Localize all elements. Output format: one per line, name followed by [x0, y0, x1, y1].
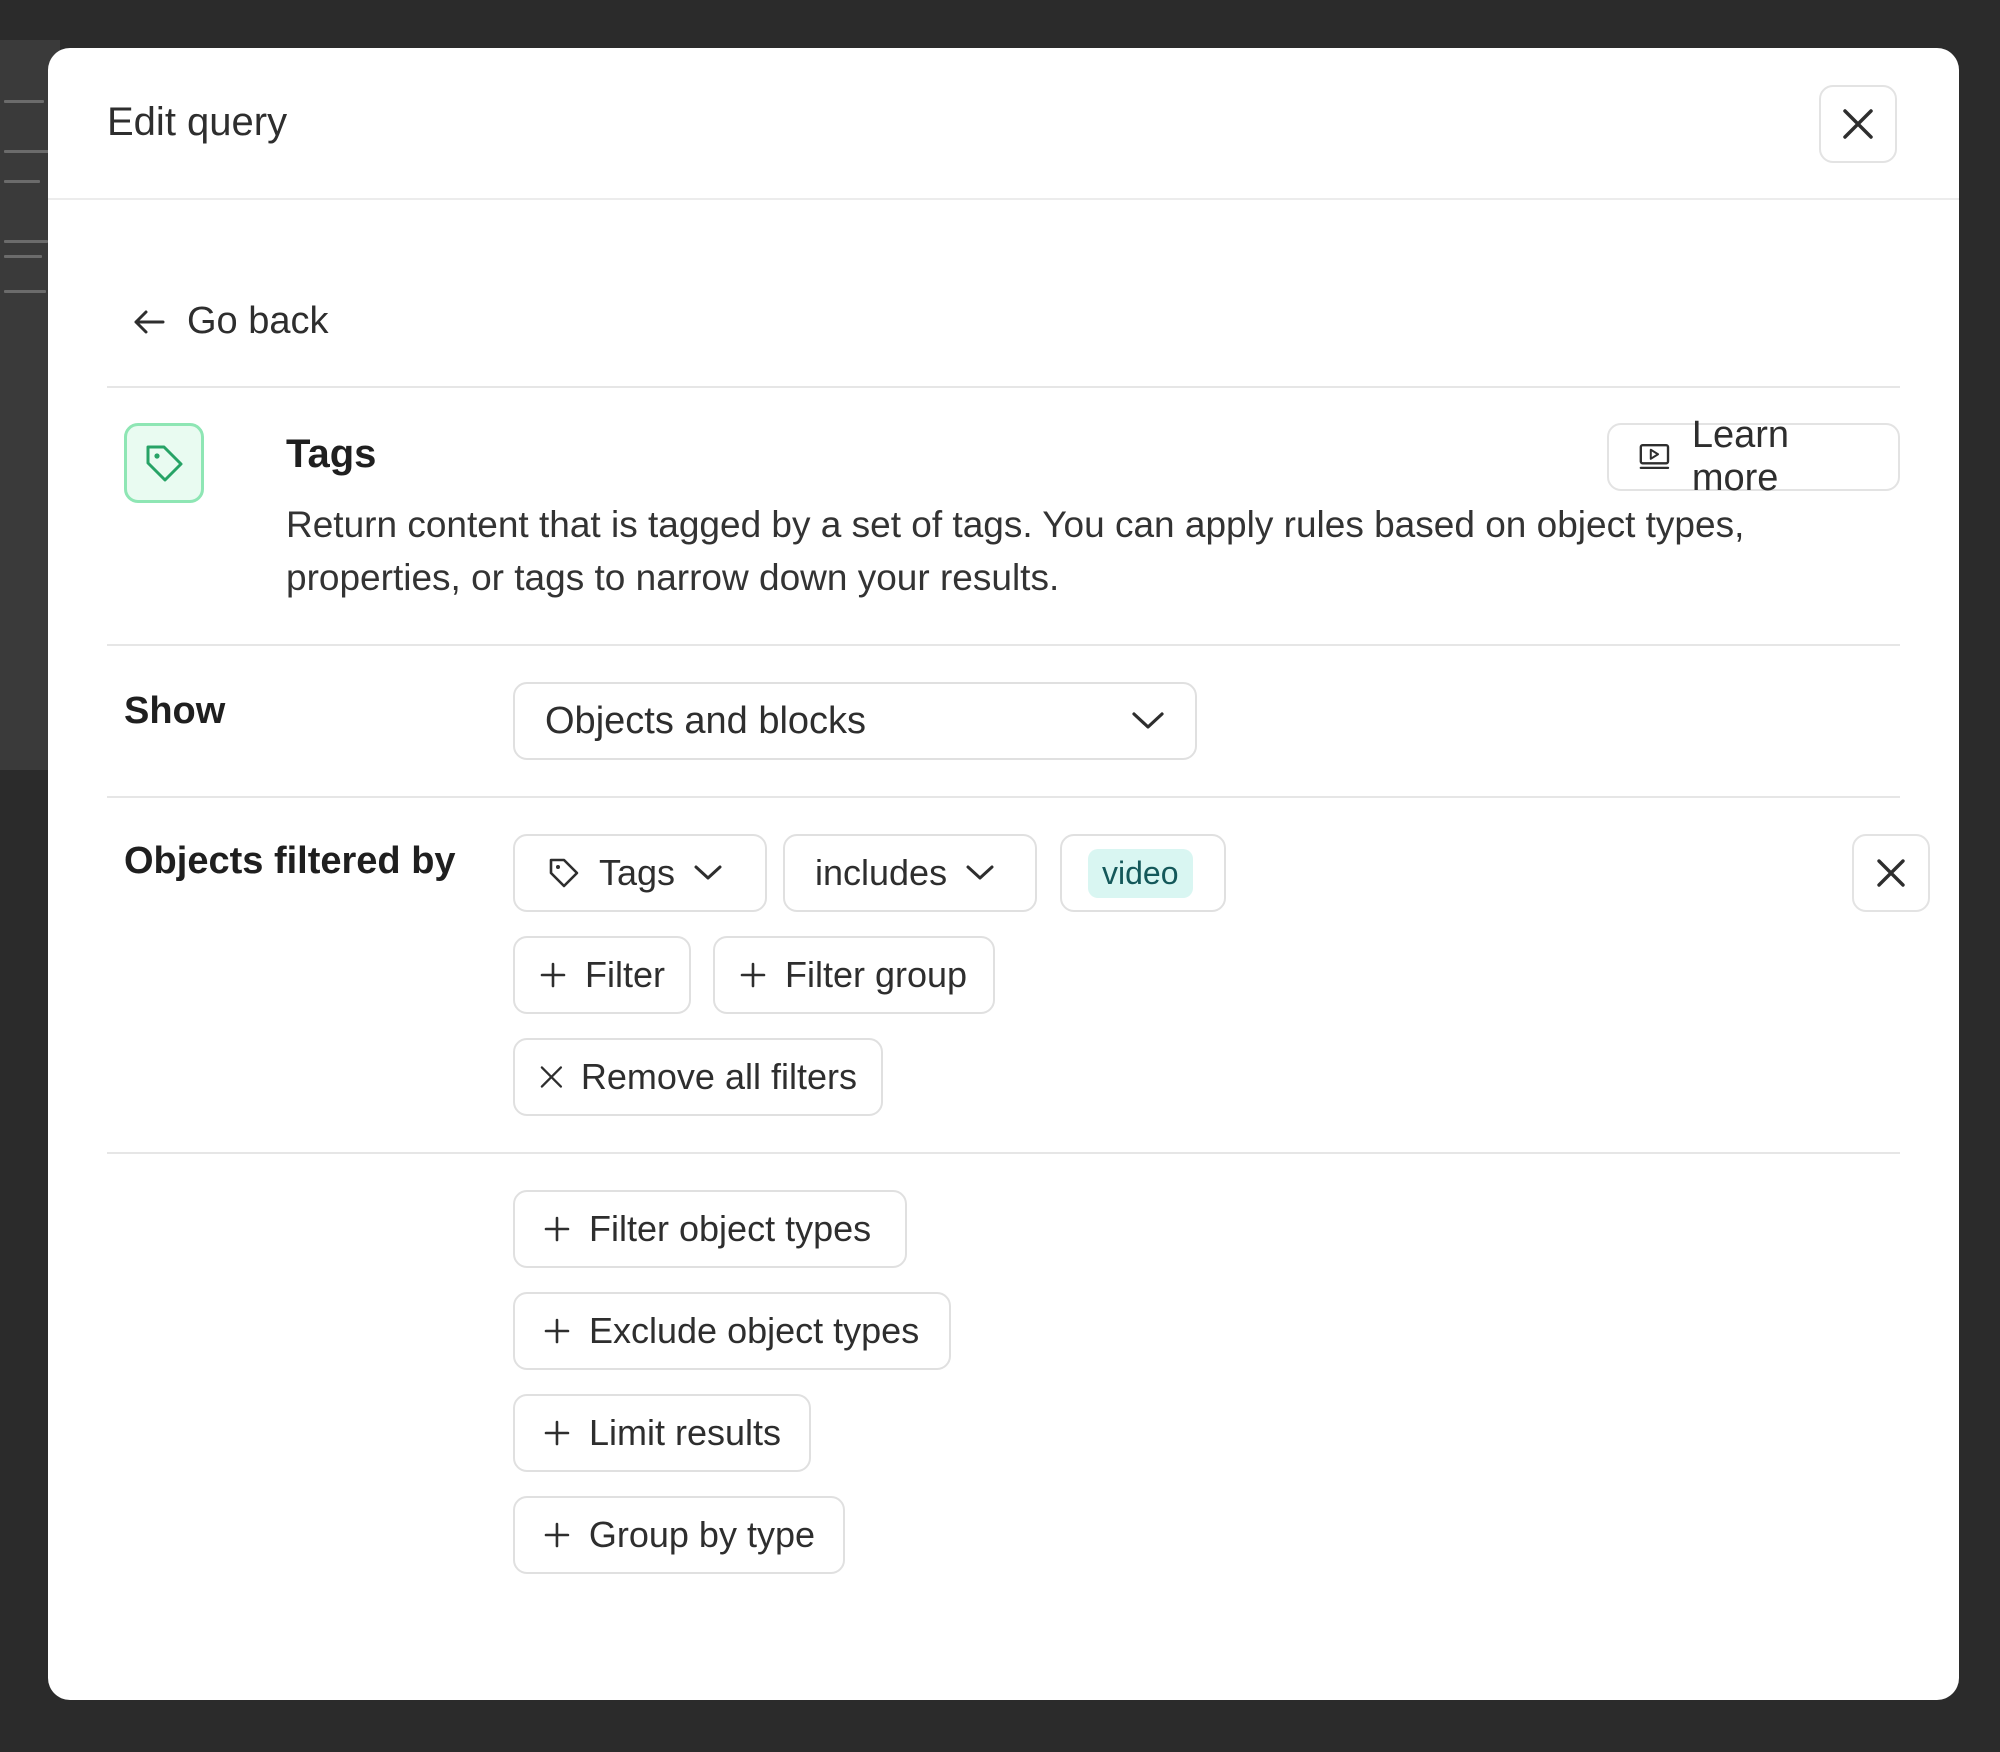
- query-type-title: Tags: [286, 432, 377, 476]
- chevron-down-icon: [966, 865, 994, 880]
- background-text-line: [4, 150, 50, 153]
- learn-more-label: Learn more: [1691, 414, 1790, 499]
- close-icon: [540, 1066, 563, 1088]
- plus-icon: [740, 962, 766, 988]
- close-icon: [1877, 859, 1905, 887]
- add-filter-group-button[interactable]: Filter group: [713, 936, 995, 1014]
- exclude-object-types-button[interactable]: Exclude object types: [513, 1292, 951, 1370]
- close-dialog-button[interactable]: [1819, 85, 1897, 163]
- show-label: Show: [124, 690, 226, 732]
- remove-all-filters-button[interactable]: Remove all filters: [513, 1038, 883, 1116]
- remove-all-filters-label: Remove all filters: [580, 1056, 857, 1097]
- filter-field-select[interactable]: Tags: [513, 834, 767, 912]
- show-row: Show Objects and blocks: [107, 646, 1900, 798]
- tag-badge: [124, 423, 204, 503]
- filter-object-types-label: Filter object types: [589, 1208, 872, 1249]
- video-icon: [1639, 444, 1670, 470]
- background-text-line: [4, 255, 42, 258]
- filter-value-field[interactable]: video: [1060, 834, 1226, 912]
- edit-query-dialog: Edit query Go back Tags Return content t…: [48, 48, 1959, 1700]
- query-type-description: Return content that is tagged by a set o…: [286, 504, 1745, 598]
- chevron-down-icon: [694, 865, 722, 880]
- exclude-object-types-label: Exclude object types: [589, 1310, 920, 1351]
- dialog-title: Edit query: [107, 100, 288, 144]
- add-filter-group-label: Filter group: [785, 954, 968, 995]
- background-text-line: [4, 100, 44, 103]
- plus-icon: [544, 1420, 570, 1446]
- query-options: Filter object types Exclude object types…: [107, 1154, 1900, 1574]
- close-icon: [1843, 109, 1873, 139]
- limit-results-button[interactable]: Limit results: [513, 1394, 811, 1472]
- tag-icon: [549, 858, 579, 888]
- tag-chip-video: video: [1088, 848, 1193, 898]
- show-select-value: Objects and blocks: [545, 699, 867, 742]
- learn-more-button[interactable]: Learn more: [1607, 414, 1900, 499]
- group-by-type-label: Group by type: [588, 1514, 815, 1555]
- add-filter-button[interactable]: Filter: [513, 936, 691, 1014]
- remove-filter-button[interactable]: [1852, 834, 1930, 912]
- plus-icon: [544, 1216, 570, 1242]
- plus-icon: [544, 1522, 570, 1548]
- filter-object-types-button[interactable]: Filter object types: [513, 1190, 907, 1268]
- dialog-header: Edit query: [48, 48, 1959, 200]
- back-row: Go back: [107, 200, 1900, 388]
- group-by-type-button[interactable]: Group by type: [513, 1496, 845, 1574]
- filters-label: Objects filtered by: [124, 840, 456, 882]
- plus-icon: [544, 1318, 570, 1344]
- go-back-button[interactable]: Go back: [131, 300, 329, 343]
- filter-operator-label: includes: [815, 852, 948, 893]
- query-info: Tags Return content that is tagged by a …: [107, 388, 1900, 646]
- go-back-label: Go back: [187, 300, 329, 342]
- arrow-left-icon: [134, 310, 165, 333]
- background-text-line: [4, 240, 48, 243]
- background-text-line: [4, 180, 40, 183]
- tag-icon: [146, 445, 183, 482]
- plus-icon: [540, 962, 566, 988]
- filter-field-label: Tags: [599, 852, 676, 893]
- limit-results-label: Limit results: [588, 1412, 781, 1453]
- chevron-down-icon: [1132, 712, 1164, 729]
- filter-operator-select[interactable]: includes: [783, 834, 1037, 912]
- background-text-line: [4, 290, 46, 293]
- show-select[interactable]: Objects and blocks: [513, 682, 1197, 760]
- filters-row: Objects filtered by Tags includes video: [107, 798, 1930, 1154]
- add-filter-label: Filter: [585, 954, 665, 995]
